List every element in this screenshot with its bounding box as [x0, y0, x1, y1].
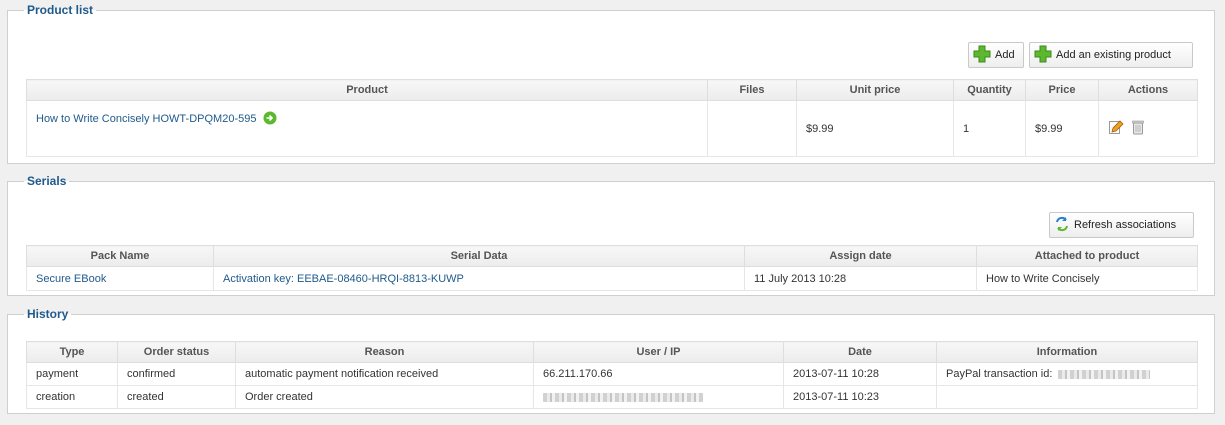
- product-list-legend: Product list: [27, 3, 94, 17]
- history-reason: automatic payment notification received: [235, 362, 534, 386]
- table-row: Secure EBook Activation key: EEBAE-08460…: [26, 266, 1198, 291]
- history-status: confirmed: [117, 362, 236, 386]
- history-status: created: [117, 385, 236, 409]
- table-row: payment confirmed automatic payment noti…: [26, 362, 1198, 386]
- history-section: History Type Order status Reason User / …: [7, 307, 1215, 414]
- table-row: creation created Order created 2013-07-1…: [26, 385, 1198, 409]
- product-price: $9.99: [1025, 100, 1099, 157]
- col-reason: Reason: [235, 341, 534, 363]
- product-list-section: Product list Add Add an existing product…: [7, 3, 1215, 164]
- refresh-associations-label: Refresh associations: [1074, 219, 1177, 231]
- history-table: Type Order status Reason User / IP Date …: [26, 341, 1198, 409]
- col-price: Price: [1025, 79, 1099, 101]
- col-type: Type: [26, 341, 118, 363]
- history-table-header: Type Order status Reason User / IP Date …: [26, 341, 1198, 363]
- col-unit-price: Unit price: [796, 79, 954, 101]
- product-table: Product Files Unit price Quantity Price …: [26, 79, 1198, 157]
- serials-table: Pack Name Serial Data Assign date Attach…: [26, 245, 1198, 291]
- col-information: Information: [936, 341, 1198, 363]
- product-link[interactable]: How to Write Concisely HOWT-DPQM20-595: [36, 113, 256, 125]
- table-row: How to Write Concisely HOWT-DPQM20-595 $…: [26, 100, 1198, 157]
- history-legend: History: [27, 307, 69, 321]
- serial-data-link[interactable]: Activation key: EEBAE-08460-HRQI-8813-KU…: [223, 273, 464, 285]
- product-table-header: Product Files Unit price Quantity Price …: [26, 79, 1198, 101]
- add-icon: [973, 45, 991, 66]
- product-actions: [1098, 100, 1198, 157]
- col-order-status: Order status: [117, 341, 236, 363]
- add-existing-product-button[interactable]: Add an existing product: [1029, 42, 1193, 68]
- col-user-ip: User / IP: [533, 341, 784, 363]
- col-files: Files: [707, 79, 797, 101]
- refresh-icon: [1054, 216, 1070, 235]
- history-date: 2013-07-11 10:23: [783, 385, 937, 409]
- add-button[interactable]: Add: [968, 42, 1024, 68]
- serials-legend: Serials: [27, 174, 67, 188]
- col-actions: Actions: [1098, 79, 1198, 101]
- delete-icon[interactable]: [1131, 119, 1145, 138]
- assign-date: 11 July 2013 10:28: [744, 266, 977, 291]
- history-information-label: PayPal transaction id:: [946, 368, 1053, 380]
- add-button-label: Add: [995, 49, 1015, 61]
- add-existing-product-label: Add an existing product: [1056, 49, 1171, 61]
- col-pack-name: Pack Name: [26, 245, 214, 267]
- col-serial-data: Serial Data: [213, 245, 745, 267]
- history-reason: Order created: [235, 385, 534, 409]
- edit-icon[interactable]: [1108, 119, 1124, 138]
- col-quantity: Quantity: [953, 79, 1026, 101]
- product-files: [707, 100, 797, 157]
- product-unit-price: $9.99: [796, 100, 954, 157]
- redacted-transaction-id: [1058, 369, 1151, 379]
- attached-product: How to Write Concisely: [976, 266, 1198, 291]
- history-user-ip: [533, 385, 784, 409]
- arrow-right-circle-icon[interactable]: [263, 111, 277, 128]
- col-date: Date: [783, 341, 937, 363]
- serials-section: Serials Refresh associations Pack Name S…: [7, 174, 1215, 296]
- history-type: creation: [26, 385, 118, 409]
- refresh-associations-button[interactable]: Refresh associations: [1049, 212, 1194, 238]
- redacted-user-ip: [543, 392, 703, 402]
- history-user-ip: 66.211.170.66: [533, 362, 784, 386]
- serials-table-header: Pack Name Serial Data Assign date Attach…: [26, 245, 1198, 267]
- history-information: [936, 385, 1198, 409]
- pack-name-link[interactable]: Secure EBook: [36, 273, 106, 285]
- history-information: PayPal transaction id:: [936, 362, 1198, 386]
- product-quantity: 1: [953, 100, 1026, 157]
- history-date: 2013-07-11 10:28: [783, 362, 937, 386]
- col-product: Product: [26, 79, 708, 101]
- col-assign-date: Assign date: [744, 245, 977, 267]
- col-attached-product: Attached to product: [976, 245, 1198, 267]
- add-icon: [1034, 45, 1052, 66]
- history-type: payment: [26, 362, 118, 386]
